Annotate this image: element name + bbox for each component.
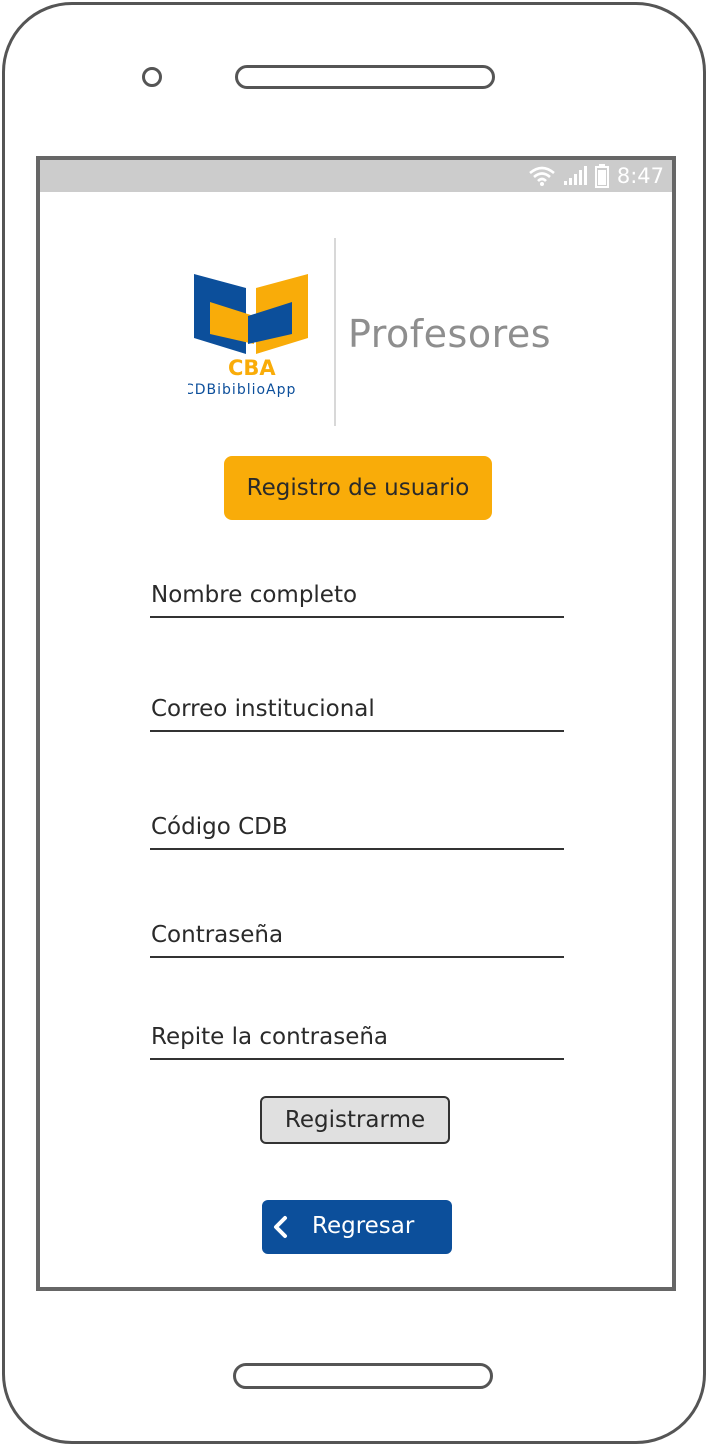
full-name-field[interactable]: Nombre completo bbox=[150, 566, 564, 618]
logo-text: CBA bbox=[228, 356, 276, 380]
app-screen: 8:47 CBA CDBibiblioApp Profesores Regist… bbox=[36, 156, 676, 1291]
status-bar: 8:47 bbox=[40, 160, 672, 192]
chevron-left-icon bbox=[274, 1216, 287, 1238]
institutional-email-field[interactable]: Correo institucional bbox=[150, 680, 564, 732]
signal-icon bbox=[563, 166, 587, 185]
wifi-icon bbox=[528, 166, 555, 186]
cdb-code-label: Código CDB bbox=[151, 814, 288, 840]
front-camera bbox=[142, 67, 162, 87]
repeat-password-field[interactable]: Repite la contraseña bbox=[150, 1008, 564, 1060]
password-field[interactable]: Contraseña bbox=[150, 906, 564, 958]
battery-icon bbox=[594, 164, 609, 188]
register-button[interactable]: Registrarme bbox=[260, 1096, 450, 1144]
repeat-password-label: Repite la contraseña bbox=[151, 1024, 389, 1050]
brand-divider bbox=[334, 238, 336, 426]
cba-logo: CBA CDBibiblioApp bbox=[188, 274, 308, 398]
registration-header: Registro de usuario bbox=[224, 456, 492, 520]
logo-subtext: CDBibiblioApp bbox=[188, 382, 296, 398]
status-time: 8:47 bbox=[616, 164, 664, 188]
institutional-email-label: Correo institucional bbox=[151, 696, 375, 722]
earpiece-speaker bbox=[235, 65, 495, 89]
cdb-code-field[interactable]: Código CDB bbox=[150, 798, 564, 850]
brand-title: Profesores bbox=[348, 312, 552, 356]
home-button[interactable] bbox=[233, 1363, 493, 1389]
back-button[interactable]: Regresar bbox=[262, 1200, 452, 1254]
full-name-label: Nombre completo bbox=[151, 582, 358, 608]
password-label: Contraseña bbox=[151, 922, 284, 948]
back-button-label: Regresar bbox=[312, 1213, 415, 1239]
